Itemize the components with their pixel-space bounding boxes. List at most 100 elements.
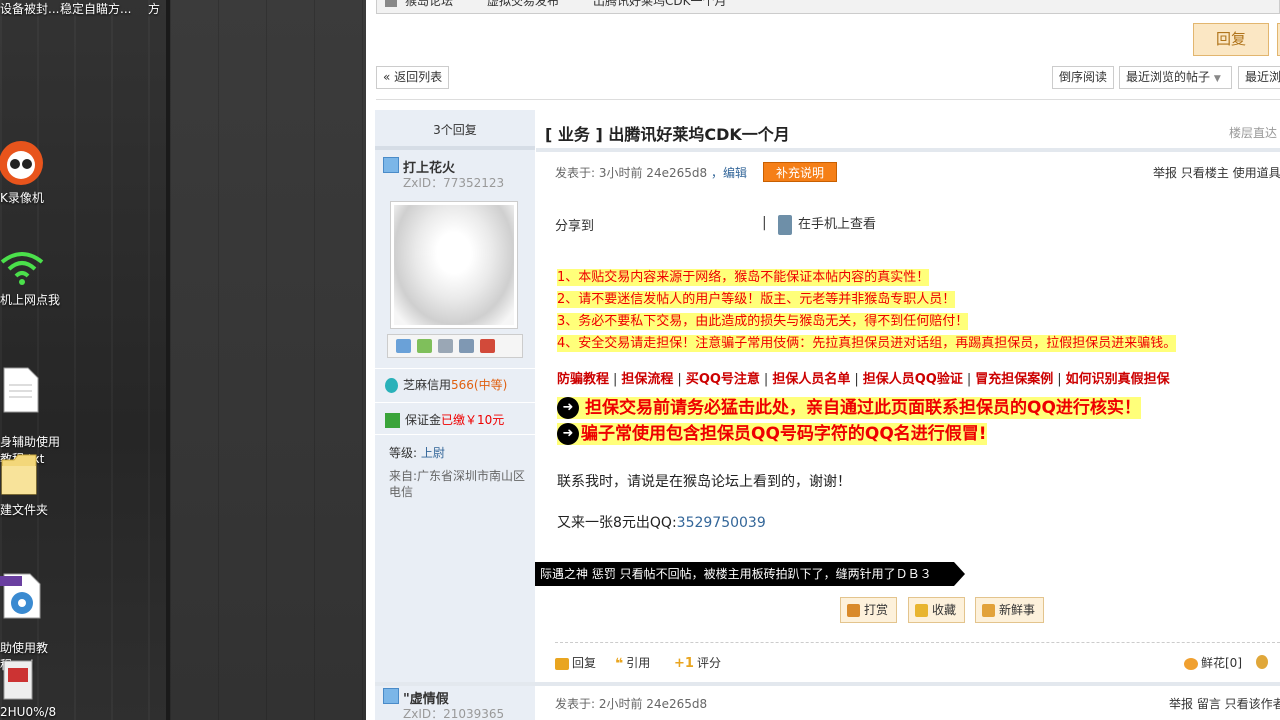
- post-actions[interactable]: 举报 留言 只看该作者: [1169, 695, 1280, 712]
- floor-jump-link[interactable]: 楼层直达: [1229, 124, 1277, 141]
- rate-action[interactable]: +1 评分: [674, 654, 721, 671]
- desktop-icon-label: K录像机: [0, 191, 44, 205]
- deposit-value: 已缴￥10元: [441, 413, 505, 427]
- desktop-icon-folder[interactable]: 建文件夹: [0, 452, 70, 519]
- star-icon: [915, 604, 928, 617]
- author-location: 来自:广东省深圳市南山区电信: [389, 469, 526, 499]
- rating-banner: 际遇之神 惩罚 只看帖不回帖，被楼主用板砖拍趴下了，缝两针用了ＤＢ３: [535, 562, 965, 586]
- favorite-button[interactable]: 收藏: [908, 597, 966, 623]
- safety-link[interactable]: 冒充担保案例: [975, 372, 1053, 387]
- supplement-button[interactable]: 补充说明: [763, 162, 837, 182]
- safety-link[interactable]: 担保流程: [621, 372, 673, 387]
- tip-button[interactable]: 打赏: [840, 597, 898, 623]
- quote-action-label: 引用: [626, 656, 651, 670]
- desktop-taskbar-item[interactable]: 方: [148, 0, 160, 17]
- credit-label: 芝麻信用: [403, 378, 452, 392]
- flower-action[interactable]: 鲜花[0]: [1184, 654, 1242, 671]
- add-friend-icon[interactable]: [417, 339, 432, 353]
- quote-action[interactable]: ❝ 引用: [615, 654, 650, 672]
- safety-links: 防骗教程 | 担保流程 | 买QQ号注意 | 担保人员名单 | 担保人员QQ验证 | 冒充担保案例 |…: [557, 372, 1170, 387]
- reply-button[interactable]: 回复: [1193, 23, 1269, 56]
- avatar[interactable]: [390, 201, 518, 329]
- level-value[interactable]: 上尉: [421, 446, 445, 460]
- desktop-icon-avi[interactable]: 助使用教 程.avi: [0, 556, 70, 674]
- level-label: 等级:: [389, 446, 418, 460]
- credit-row: 芝麻信用566(中等): [385, 376, 507, 393]
- credit-value: 566(中等): [451, 378, 508, 392]
- arrow-right-icon: ➜: [557, 397, 579, 419]
- deposit-label: 保证金: [405, 413, 442, 427]
- safety-link[interactable]: 买QQ号注意: [686, 372, 760, 387]
- recent-threads-button[interactable]: 最近浏: [1238, 66, 1280, 89]
- view-on-mobile[interactable]: 在手机上查看: [778, 213, 876, 235]
- reply-action[interactable]: 回复: [555, 654, 596, 671]
- offer-text: 又来一张8元出QQ:: [557, 515, 677, 531]
- edit-link[interactable]: ，编辑: [711, 166, 747, 180]
- safety-link[interactable]: 担保人员QQ验证: [863, 372, 963, 387]
- safety-link[interactable]: 如何识别真假担保: [1066, 372, 1170, 387]
- rate-action-label: 评分: [696, 656, 721, 670]
- reply-count: 3个回复: [375, 110, 535, 150]
- warning-line: 1、本贴交易内容来源于网络，猴岛不能保证本帖内容的真实性！: [557, 269, 930, 286]
- news-icon: [982, 604, 995, 617]
- divider: [375, 368, 535, 369]
- divider: [375, 402, 535, 403]
- contact-note: 联系我时，请说是在猴岛论坛上看到的，谢谢！: [557, 474, 851, 490]
- thread-title: [ 业务 ] 出腾讯好莱坞CDK一个月: [545, 125, 790, 144]
- view-profile-icon[interactable]: [438, 339, 453, 353]
- recorder-icon: [0, 141, 43, 185]
- desktop-icon-file[interactable]: 2HU0%/8: [0, 660, 70, 720]
- home-icon[interactable]: [385, 0, 397, 7]
- info-icon[interactable]: [459, 339, 474, 353]
- desktop-icon-wifi[interactable]: 机上网点我: [0, 248, 70, 309]
- reverse-read-button[interactable]: 倒序阅读: [1052, 66, 1115, 89]
- news-button[interactable]: 新鲜事: [975, 597, 1045, 623]
- desktop-taskbar-item[interactable]: 设备被封...: [0, 0, 59, 17]
- warning-line: 2、请不要迷信发帖人的用户等级！版主、元老等并非猴岛专职人员！: [557, 291, 956, 308]
- message-icon[interactable]: [396, 339, 411, 353]
- credit-icon: [385, 378, 398, 393]
- safety-link[interactable]: 防骗教程: [557, 372, 609, 387]
- file-icon: [3, 660, 33, 700]
- warning-line: 3、务必不要私下交易，由此造成的损失与猴岛无关，得不到任何赔付！: [557, 313, 969, 330]
- desktop-taskbar-item[interactable]: 稳定自瞄方...: [60, 0, 131, 17]
- alert-line: ➜ 骗子常使用包含担保员QQ号码字符的QQ名进行假冒!: [557, 423, 987, 445]
- share-label: 分享到: [555, 219, 595, 234]
- breadcrumb-item[interactable]: 虚拟交易发布: [487, 0, 559, 8]
- post-actions[interactable]: 举报 只看楼主 使用道具: [1153, 164, 1280, 181]
- desktop-icon-label: 机上网点我: [0, 293, 61, 307]
- view-on-mobile-label: 在手机上查看: [798, 217, 877, 232]
- plus-one-icon: +1: [674, 656, 694, 671]
- offer-line: 又来一张8元出QQ:3529750039: [557, 512, 766, 532]
- breadcrumb-item[interactable]: 出腾讯好莱坞CDK一个月: [593, 0, 727, 8]
- recent-threads-dropdown[interactable]: 最近浏览的帖子 ▼: [1119, 66, 1232, 89]
- group-icon[interactable]: [480, 339, 495, 353]
- deposit-icon: [385, 413, 400, 428]
- reply-icon: [555, 657, 569, 670]
- qq-number[interactable]: 3529750039: [677, 515, 766, 531]
- author-zxid: ZxID：77352123: [403, 176, 505, 190]
- wifi-icon: [0, 252, 44, 285]
- favorite-label: 收藏: [932, 603, 957, 617]
- author-tools: [387, 334, 523, 358]
- news-label: 新鲜事: [999, 603, 1036, 617]
- desktop-background-panel: [170, 0, 366, 720]
- warning-line: 4、安全交易请走担保！注意骗子常用伎俩：先拉真担保员进对话组，再踢真担保员，拉假…: [557, 335, 1177, 352]
- tip-label: 打赏: [864, 603, 889, 617]
- tip-icon: [847, 604, 860, 617]
- desktop-icon-txt[interactable]: 身辅助使用 教程.txt: [0, 350, 70, 468]
- divider: [555, 642, 1280, 643]
- flower-icon: [1184, 657, 1198, 670]
- safety-link[interactable]: 担保人员名单: [772, 372, 850, 387]
- alert-link[interactable]: ➜ 担保交易前请务必猛击此处，亲自通过此页面联系担保员的QQ进行核实！: [557, 397, 1141, 419]
- folder-icon: [1, 454, 37, 495]
- alert-text: 骗子常使用包含担保员QQ号码字符的QQ名进行假冒!: [581, 424, 987, 444]
- desktop-icon-recorder[interactable]: K录像机: [0, 140, 70, 207]
- breadcrumb-item[interactable]: 猴岛论坛: [405, 0, 453, 8]
- divider: [375, 682, 1280, 686]
- user-icon: [383, 157, 399, 173]
- arrow-right-icon: ➜: [557, 423, 579, 445]
- text-file-icon: [3, 367, 39, 413]
- egg-action[interactable]: [1256, 654, 1271, 669]
- back-to-list-button[interactable]: « 返回列表: [376, 66, 450, 89]
